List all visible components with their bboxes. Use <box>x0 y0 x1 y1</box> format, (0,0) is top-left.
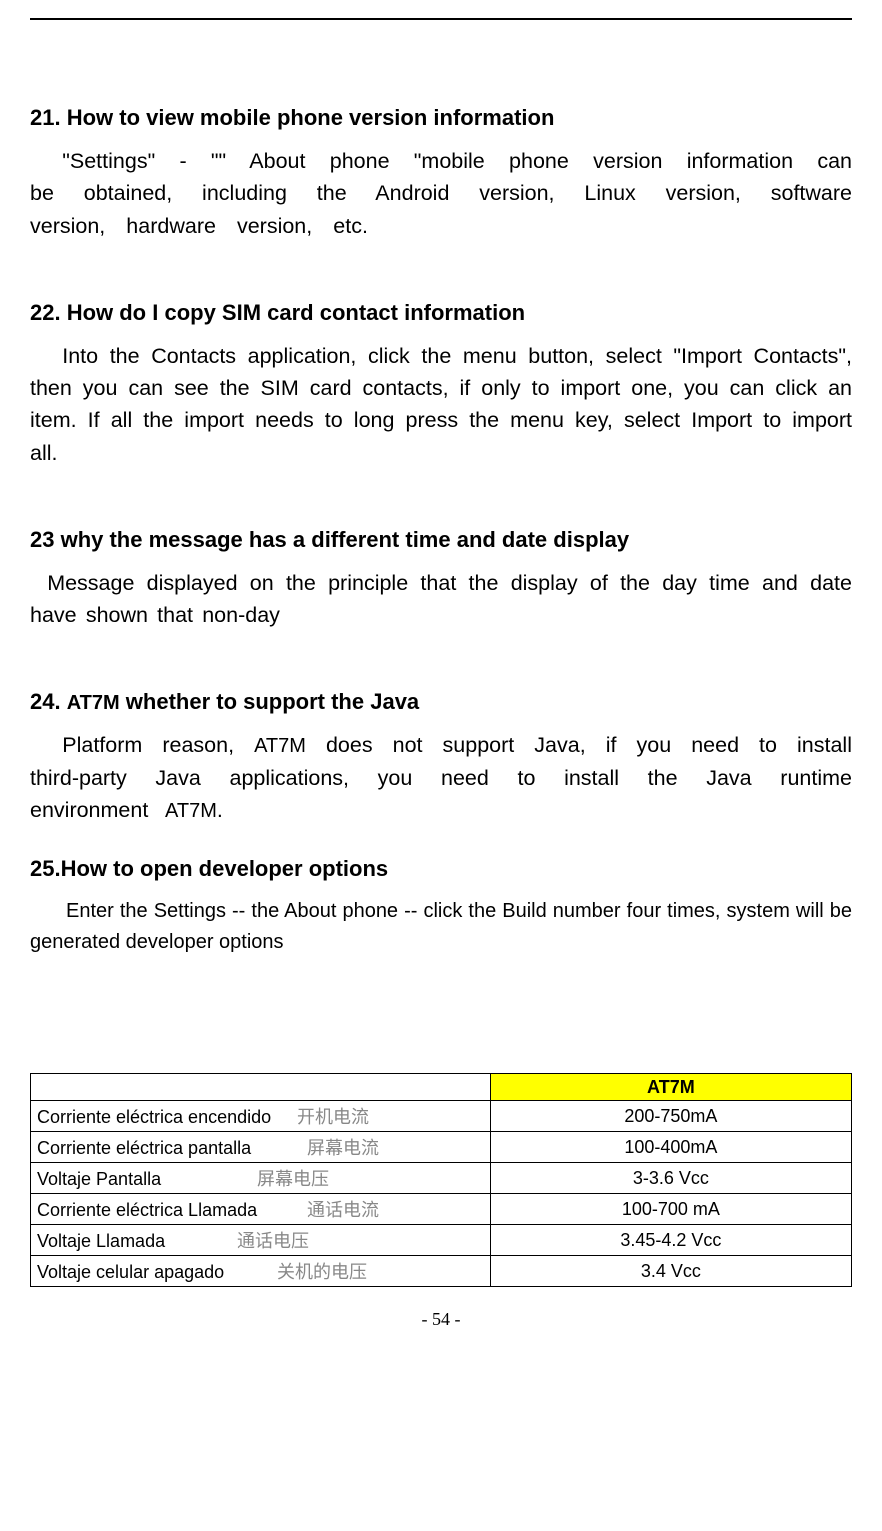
document-page: 21. How to view mobile phone version inf… <box>0 0 882 1531</box>
label-es: Voltaje Pantalla <box>37 1169 252 1190</box>
body-24-trail-suffix: . <box>217 798 223 822</box>
section-23: 23 why the message has a different time … <box>30 527 852 632</box>
heading-24-model: AT7M <box>67 692 120 714</box>
label-cjk: 屏幕电流 <box>307 1138 379 1158</box>
body-24-model: AT7M <box>254 735 306 757</box>
body-21: "Settings" - "" About phone "mobile phon… <box>30 145 852 242</box>
table-row: Voltaje Llamada 通话电压 3.45-4.2 Vcc <box>31 1225 852 1256</box>
body-24-trail-model: AT7M <box>165 800 217 822</box>
label-es: Voltaje celular apagado <box>37 1262 272 1283</box>
row-label: Corriente eléctrica Llamada 通话电流 <box>31 1194 491 1225</box>
page-number: - 54 - <box>30 1309 852 1330</box>
heading-22: 22. How do I copy SIM card contact infor… <box>30 300 852 326</box>
label-cjk: 屏幕电压 <box>257 1169 329 1189</box>
heading-25: 25.How to open developer options <box>30 856 852 882</box>
body-22: Into the Contacts application, click the… <box>30 340 852 469</box>
row-label: Corriente eléctrica pantalla 屏幕电流 <box>31 1132 491 1163</box>
table-row: Corriente eléctrica Llamada 通话电流 100-700… <box>31 1194 852 1225</box>
row-value: 3.45-4.2 Vcc <box>490 1225 851 1256</box>
label-cjk: 关机的电压 <box>277 1262 367 1282</box>
label-cjk: 通话电压 <box>237 1231 309 1251</box>
heading-21: 21. How to view mobile phone version inf… <box>30 105 852 131</box>
table-header-model: AT7M <box>490 1074 851 1101</box>
body-23: Message displayed on the principle that … <box>30 567 852 632</box>
table-header-blank <box>31 1074 491 1101</box>
table-row: Voltaje Pantalla 屏幕电压 3-3.6 Vcc <box>31 1163 852 1194</box>
table-row: Corriente eléctrica encendido 开机电流 200-7… <box>31 1101 852 1132</box>
section-22: 22. How do I copy SIM card contact infor… <box>30 300 852 469</box>
heading-23: 23 why the message has a different time … <box>30 527 852 553</box>
top-rule <box>30 18 852 20</box>
section-24: 24. AT7M whether to support the Java Pla… <box>30 689 852 826</box>
row-value: 200-750mA <box>490 1101 851 1132</box>
row-label: Voltaje Pantalla 屏幕电压 <box>31 1163 491 1194</box>
label-es: Voltaje Llamada <box>37 1231 232 1252</box>
row-value: 100-400mA <box>490 1132 851 1163</box>
heading-24-prefix: 24. <box>30 689 67 714</box>
section-25: 25.How to open developer options Enter t… <box>30 856 852 958</box>
row-label: Voltaje Llamada 通话电压 <box>31 1225 491 1256</box>
body-24-prefix: Platform reason, <box>62 733 254 757</box>
label-cjk: 通话电流 <box>307 1200 379 1220</box>
label-es: Corriente eléctrica encendido <box>37 1107 292 1128</box>
row-value: 100-700 mA <box>490 1194 851 1225</box>
row-value: 3-3.6 Vcc <box>490 1163 851 1194</box>
label-es: Corriente eléctrica Llamada <box>37 1200 302 1221</box>
body-25: Enter the Settings -- the About phone --… <box>30 896 852 958</box>
row-value: 3.4 Vcc <box>490 1256 851 1287</box>
row-label: Voltaje celular apagado 关机的电压 <box>31 1256 491 1287</box>
heading-24-suffix: whether to support the Java <box>120 689 420 714</box>
section-21: 21. How to view mobile phone version inf… <box>30 105 852 242</box>
spec-table: AT7M Corriente eléctrica encendido 开机电流 … <box>30 1073 852 1287</box>
label-cjk: 开机电流 <box>297 1107 369 1127</box>
row-label: Corriente eléctrica encendido 开机电流 <box>31 1101 491 1132</box>
table-row: Voltaje celular apagado 关机的电压 3.4 Vcc <box>31 1256 852 1287</box>
table-row: Corriente eléctrica pantalla 屏幕电流 100-40… <box>31 1132 852 1163</box>
label-es: Corriente eléctrica pantalla <box>37 1138 302 1159</box>
table-header-row: AT7M <box>31 1074 852 1101</box>
heading-24: 24. AT7M whether to support the Java <box>30 689 852 715</box>
body-24: Platform reason, AT7M does not support J… <box>30 729 852 826</box>
